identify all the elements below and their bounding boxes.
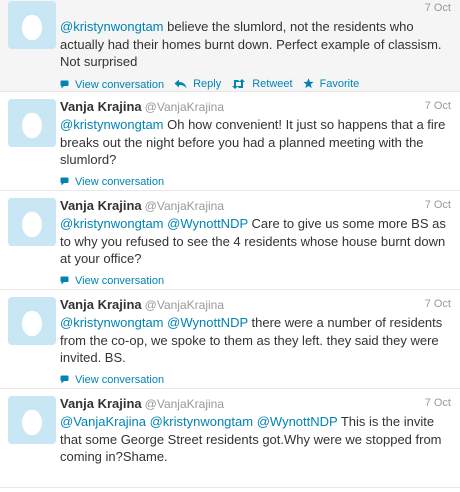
action-label: View conversation: [75, 274, 165, 287]
tweet-header: Vanja Krajina @VanjaKrajina 7 Oct: [60, 97, 451, 116]
tweet-text: @kristynwongtam @WynottNDP Care to give …: [60, 215, 451, 268]
user-screenname[interactable]: @VanjaKrajina: [145, 298, 224, 312]
retweet-button[interactable]: Retweet: [231, 75, 293, 93]
tweet-timestamp[interactable]: 7 Oct: [425, 0, 451, 18]
mention-link[interactable]: @kristynwongtam: [60, 216, 164, 231]
view-conversation-link[interactable]: View conversation: [60, 371, 164, 389]
mention-link[interactable]: @WynottNDP: [167, 216, 248, 231]
action-label: Reply: [193, 78, 222, 90]
tweet-text: @VanjaKrajina @kristynwongtam @WynottNDP…: [60, 413, 451, 466]
avatar[interactable]: [8, 1, 56, 49]
speech-bubble-icon: [60, 276, 69, 285]
reply-arrow-icon: [174, 79, 187, 89]
tweet-content: Vanja Krajina @VanjaKrajina 7 Oct @VanjaKra…: [60, 394, 451, 466]
user-fullname[interactable]: Vanja Krajina: [60, 396, 142, 411]
mention-link[interactable]: @kristynwongtam: [60, 117, 164, 132]
tweet-actions: View conversation: [60, 272, 451, 290]
mention-link[interactable]: @kristynwongtam: [60, 315, 164, 330]
action-label: View conversation: [75, 175, 165, 188]
speech-bubble-icon: [60, 177, 69, 186]
user-screenname[interactable]: @VanjaKrajina: [145, 100, 224, 114]
user-screenname[interactable]: @VanjaKrajina: [145, 199, 224, 213]
action-label: View conversation: [75, 373, 165, 386]
action-label: View conversation: [75, 78, 165, 91]
tweet-actions: View conversation: [60, 173, 451, 191]
avatar[interactable]: [8, 198, 56, 246]
tweet-item: 7 Oct @kristynwongtam believe the slumlor…: [0, 0, 460, 92]
tweet-text: @kristynwongtam Oh how convenient! It ju…: [60, 116, 451, 169]
mention-link[interactable]: @WynottNDP: [167, 315, 248, 330]
mention-link[interactable]: @kristynwongtam: [150, 414, 254, 429]
avatar[interactable]: [8, 396, 56, 444]
speech-bubble-icon: [60, 80, 69, 89]
avatar[interactable]: [8, 297, 56, 345]
tweet-header: Vanja Krajina @VanjaKrajina 7 Oct: [60, 196, 451, 215]
action-label: Favorite: [319, 77, 360, 90]
tweet-header: Vanja Krajina @VanjaKrajina 7 Oct: [60, 295, 451, 314]
star-icon: [302, 78, 314, 89]
tweet-item: Vanja Krajina @VanjaKrajina 7 Oct @kristynw…: [0, 92, 460, 191]
tweet-header: Vanja Krajina @VanjaKrajina 7 Oct: [60, 394, 451, 413]
tweet-actions: View conversation: [60, 371, 451, 389]
mention-link[interactable]: @kristynwongtam: [60, 19, 164, 34]
user-fullname[interactable]: Vanja Krajina: [60, 297, 142, 312]
tweet-timeline: 7 Oct @kristynwongtam believe the slumlor…: [0, 0, 460, 488]
tweet-timestamp[interactable]: 7 Oct: [425, 394, 451, 413]
mention-link[interactable]: @VanjaKrajina: [60, 414, 146, 429]
user-screenname[interactable]: @VanjaKrajina: [145, 397, 224, 411]
tweet-timestamp[interactable]: 7 Oct: [425, 196, 451, 215]
tweet-content: 7 Oct @kristynwongtam believe the slumlor…: [60, 0, 451, 93]
tweet-item: Vanja Krajina @VanjaKrajina 7 Oct @kristynw…: [0, 191, 460, 290]
view-conversation-link[interactable]: View conversation: [60, 272, 164, 290]
speech-bubble-icon: [60, 375, 69, 384]
user-fullname[interactable]: Vanja Krajina: [60, 99, 142, 114]
mention-link[interactable]: @WynottNDP: [257, 414, 338, 429]
tweet-text: @kristynwongtam @WynottNDP there were a …: [60, 314, 451, 367]
tweet-content: Vanja Krajina @VanjaKrajina 7 Oct @kristynw…: [60, 196, 451, 290]
view-conversation-link[interactable]: View conversation: [60, 173, 164, 191]
tweet-item: Vanja Krajina @VanjaKrajina 7 Oct @kristynw…: [0, 290, 460, 389]
retweet-icon: [231, 79, 246, 89]
tweet-header: 7 Oct: [60, 0, 451, 18]
user-fullname[interactable]: Vanja Krajina: [60, 198, 142, 213]
tweet-text: @kristynwongtam believe the slumlord, no…: [60, 18, 451, 71]
favorite-button[interactable]: Favorite: [302, 75, 360, 93]
tweet-actions: View conversation Reply Retweet Favorite: [60, 75, 451, 93]
tweet-content: Vanja Krajina @VanjaKrajina 7 Oct @kristynw…: [60, 97, 451, 191]
view-conversation-link[interactable]: View conversation: [60, 76, 164, 94]
tweet-content: Vanja Krajina @VanjaKrajina 7 Oct @kristynw…: [60, 295, 451, 389]
avatar[interactable]: [8, 99, 56, 147]
tweet-timestamp[interactable]: 7 Oct: [425, 295, 451, 314]
action-label: Retweet: [252, 78, 293, 90]
tweet-timestamp[interactable]: 7 Oct: [425, 97, 451, 116]
reply-button[interactable]: Reply: [174, 75, 221, 93]
tweet-item: Vanja Krajina @VanjaKrajina 7 Oct @VanjaKra…: [0, 389, 460, 488]
